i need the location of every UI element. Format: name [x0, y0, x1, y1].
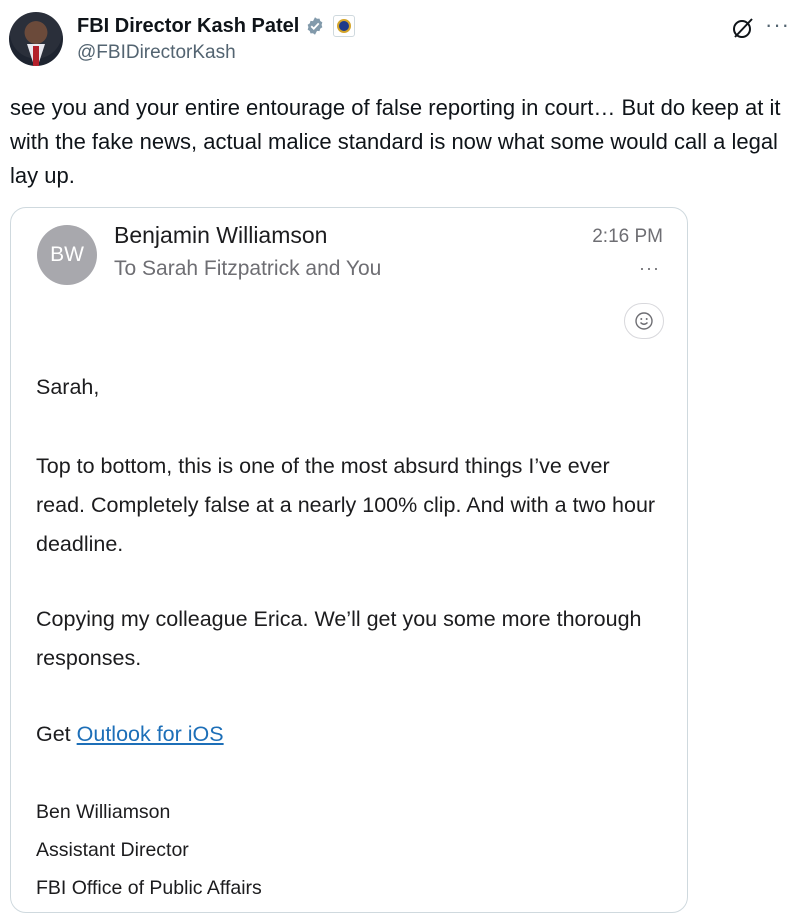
- avatar-tie: [33, 46, 39, 66]
- author-name-row: FBI Director Kash Patel: [77, 12, 356, 40]
- signature-office: FBI Office of Public Affairs: [36, 877, 262, 899]
- email-time: 2:16 PM: [592, 226, 663, 247]
- email-paragraph-2: Copying my colleague Erica. We’ll get yo…: [36, 607, 642, 670]
- outlook-ios-link[interactable]: Outlook for iOS: [77, 722, 224, 746]
- email-screenshot-card[interactable]: BW Benjamin Williamson To Sarah Fitzpatr…: [10, 207, 688, 913]
- emoji-reaction-button: [624, 303, 664, 339]
- verified-badge-icon[interactable]: [305, 16, 325, 36]
- seal-graphic: [337, 19, 352, 33]
- email-greeting: Sarah,: [36, 375, 100, 399]
- smiley-icon: [635, 312, 653, 330]
- post-text: see you and your entire entourage of fal…: [10, 95, 781, 188]
- email-recipients: To Sarah Fitzpatrick and You: [114, 257, 382, 280]
- grok-icon[interactable]: [731, 16, 755, 40]
- email-app-line: Get Outlook for iOS: [36, 715, 656, 754]
- email-paragraph-1: Top to bottom, this is one of the most a…: [36, 454, 656, 556]
- author-handle[interactable]: @FBIDirectorKash: [77, 42, 236, 64]
- signature-name: Ben Williamson: [36, 801, 171, 823]
- get-prefix: Get: [36, 722, 77, 746]
- email-avatar: BW: [37, 225, 97, 285]
- fbi-seal-icon[interactable]: [333, 15, 356, 37]
- display-name[interactable]: FBI Director Kash Patel: [77, 15, 299, 38]
- email-sender: Benjamin Williamson: [114, 222, 328, 248]
- avatar[interactable]: [9, 12, 63, 66]
- signature-title: Assistant Director: [36, 839, 189, 861]
- more-icon[interactable]: ···: [765, 12, 790, 38]
- email-more-icon: ···: [639, 258, 660, 278]
